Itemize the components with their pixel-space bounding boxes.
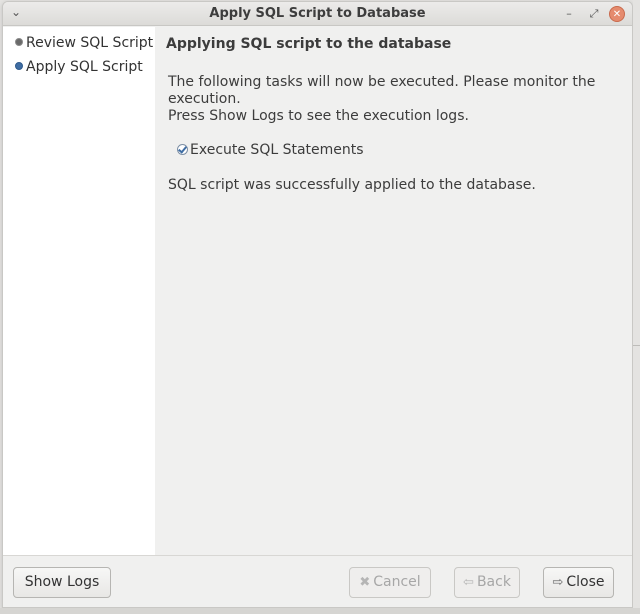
wizard-steps-sidebar: Review SQL Script Apply SQL Script (3, 27, 155, 555)
desktop-background (633, 0, 640, 614)
main-panel: Applying SQL script to the database The … (155, 27, 632, 555)
step-current-icon (15, 62, 23, 70)
button-bar: Show Logs ✖ Cancel ⇦ Back ⇨ Close (3, 555, 632, 607)
task-description: The following tasks will now be executed… (168, 74, 608, 125)
task-label: Execute SQL Statements (190, 142, 364, 158)
desktop-background-bottom (0, 608, 640, 614)
close-icon[interactable]: ✕ (609, 6, 625, 22)
cancel-label: Cancel (373, 574, 421, 590)
cancel-button[interactable]: ✖ Cancel (349, 567, 431, 598)
forward-arrow-icon: ⇨ (552, 575, 564, 590)
title-bar[interactable]: ⌄ Apply SQL Script to Database – ⤢ ✕ (3, 2, 632, 26)
description-text: The following tasks will now be executed… (168, 74, 596, 107)
desktop-divider (633, 345, 640, 346)
cancel-icon: ✖ (359, 575, 371, 590)
sidebar-item-label: Review SQL Script (26, 35, 154, 51)
status-message: SQL script was successfully applied to t… (168, 177, 536, 193)
window-title: Apply SQL Script to Database (209, 6, 426, 21)
close-label: Close (566, 574, 605, 590)
back-arrow-icon: ⇦ (463, 575, 474, 590)
sidebar-item-apply-sql-script: Apply SQL Script (15, 59, 143, 75)
back-button[interactable]: ⇦ Back (454, 567, 520, 598)
show-logs-label: Show Logs (24, 574, 100, 590)
show-logs-button[interactable]: Show Logs (13, 567, 111, 598)
minimize-icon[interactable]: – (561, 6, 577, 22)
task-execute-sql-statements: Execute SQL Statements (177, 142, 364, 158)
apply-sql-dialog: ⌄ Apply SQL Script to Database – ⤢ ✕ Rev… (2, 1, 633, 608)
step-done-icon (15, 38, 23, 46)
sidebar-item-review-sql-script: Review SQL Script (15, 35, 153, 51)
sidebar-item-label: Apply SQL Script (26, 59, 143, 75)
maximize-icon[interactable]: ⤢ (586, 6, 602, 22)
task-complete-icon (177, 144, 188, 155)
back-label: Back (476, 574, 511, 590)
description-hint: Press Show Logs to see the execution log… (168, 108, 469, 124)
page-title: Applying SQL script to the database (166, 36, 452, 52)
close-button[interactable]: ⇨ Close (543, 567, 614, 598)
